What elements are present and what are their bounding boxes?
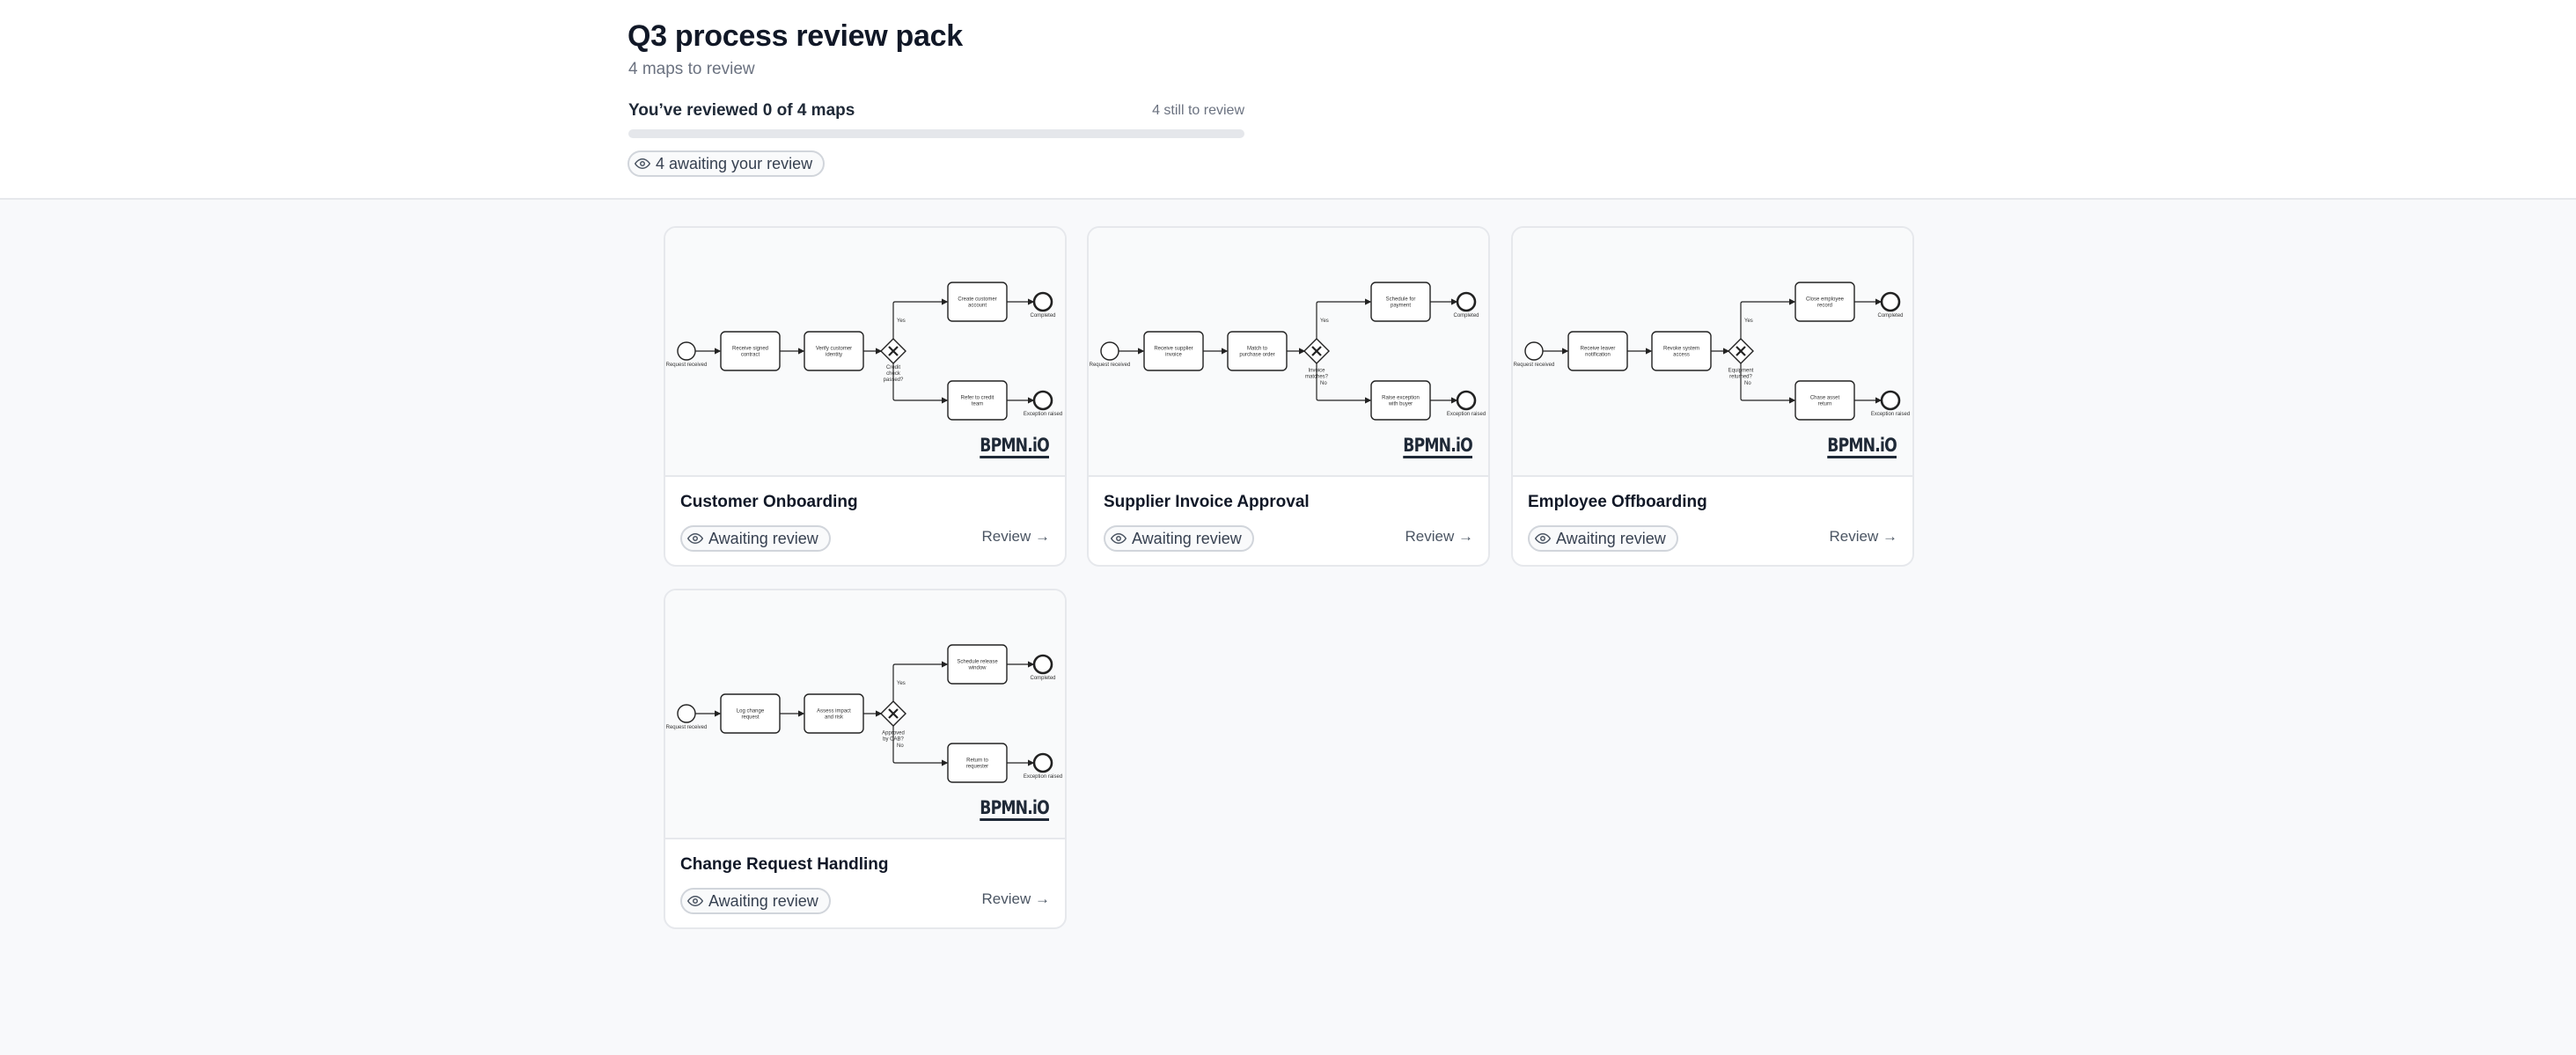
start-event	[677, 341, 696, 361]
start-event-label: Request received	[1090, 363, 1131, 368]
review-pack-header: Q3 process review pack 4 maps to review …	[0, 0, 2576, 200]
start-event	[1524, 341, 1544, 361]
progress-label: You’ve reviewed 0 of 4 maps	[628, 101, 855, 120]
end-event	[1880, 291, 1901, 312]
review-link[interactable]: Review →	[982, 890, 1050, 908]
card-title: Change Request Handling	[680, 855, 889, 874]
end-event	[1880, 390, 1901, 411]
review-link[interactable]: Review →	[1405, 528, 1473, 546]
eye-icon	[687, 533, 703, 544]
start-event	[677, 704, 696, 723]
end-event-label: Completed	[1030, 313, 1055, 319]
page-subtitle: 4 maps to review	[628, 60, 755, 78]
status-badge-text: Awaiting review	[708, 891, 818, 910]
end-event	[1032, 291, 1053, 312]
start-event	[1100, 341, 1119, 361]
end-event-label: Exception raised	[1871, 412, 1910, 417]
yes-flow-label: Yes	[1320, 319, 1329, 324]
start-event-label: Request received	[666, 725, 708, 730]
bpmn-io-logo[interactable]: BPMN.iO	[1827, 436, 1897, 458]
end-event	[1456, 291, 1477, 312]
start-event-label: Request received	[666, 363, 708, 368]
process-diagram-thumbnail[interactable]: Request received Receive supplier invoice…	[1089, 228, 1488, 477]
eye-icon	[1535, 533, 1551, 544]
bpmn-io-logo[interactable]: BPMN.iO	[980, 436, 1050, 458]
card-title: Supplier Invoice Approval	[1104, 493, 1310, 511]
progress-bar	[628, 129, 1244, 138]
eye-icon	[687, 896, 703, 906]
status-badge: Awaiting review	[1104, 525, 1254, 552]
end-event	[1032, 654, 1053, 675]
awaiting-review-summary-badge: 4 awaiting your review	[627, 150, 826, 177]
no-flow-label: No	[1320, 381, 1327, 386]
review-link[interactable]: Review →	[982, 528, 1050, 546]
process-diagram-thumbnail[interactable]: Request received Receive leaver notificat…	[1513, 228, 1912, 477]
task-label: Return to requester	[966, 758, 989, 770]
end-event-label: Completed	[1030, 676, 1055, 681]
yes-flow-label: Yes	[1744, 319, 1753, 324]
process-map-card[interactable]: Request received Receive signed contract …	[664, 226, 1067, 567]
end-event-label: Exception raised	[1447, 412, 1486, 417]
process-map-card[interactable]: Request received Receive supplier invoice…	[1087, 226, 1490, 567]
end-event-label: Exception raised	[1024, 774, 1062, 780]
end-event-label: Exception raised	[1024, 412, 1062, 417]
page-title: Q3 process review pack	[627, 19, 963, 53]
end-event	[1032, 752, 1053, 773]
process-diagram-thumbnail[interactable]: Request received Log change request Asses…	[665, 590, 1065, 839]
status-badge-text: Awaiting review	[1556, 529, 1666, 547]
status-badge-text: Awaiting review	[1132, 529, 1242, 547]
review-link[interactable]: Review →	[1830, 528, 1897, 546]
end-event	[1456, 390, 1477, 411]
task-label: Receive leaver notification	[1581, 347, 1616, 358]
status-badge-text: Awaiting review	[708, 529, 818, 547]
card-title: Customer Onboarding	[680, 493, 858, 511]
eye-icon	[635, 158, 650, 169]
no-flow-label: No	[897, 744, 904, 749]
process-map-card[interactable]: Request received Log change request Asses…	[664, 589, 1067, 929]
no-flow-label: No	[1744, 381, 1751, 386]
process-map-card[interactable]: Request received Receive leaver notificat…	[1511, 226, 1914, 567]
card-title: Employee Offboarding	[1528, 493, 1707, 511]
status-badge: Awaiting review	[680, 525, 831, 552]
process-diagram-thumbnail[interactable]: Request received Receive signed contract …	[665, 228, 1065, 477]
status-badge: Awaiting review	[680, 888, 831, 914]
bpmn-io-logo[interactable]: BPMN.iO	[1403, 436, 1473, 458]
progress-remaining: 4 still to review	[1152, 103, 1244, 118]
end-event	[1032, 390, 1053, 411]
yes-flow-label: Yes	[897, 681, 906, 686]
status-badge: Awaiting review	[1528, 525, 1678, 552]
end-event-label: Completed	[1453, 313, 1479, 319]
yes-flow-label: Yes	[897, 319, 906, 324]
start-event-label: Request received	[1514, 363, 1555, 368]
bpmn-io-logo[interactable]: BPMN.iO	[980, 798, 1050, 821]
eye-icon	[1111, 533, 1127, 544]
awaiting-review-summary-text: 4 awaiting your review	[656, 154, 813, 172]
end-event-label: Completed	[1877, 313, 1903, 319]
